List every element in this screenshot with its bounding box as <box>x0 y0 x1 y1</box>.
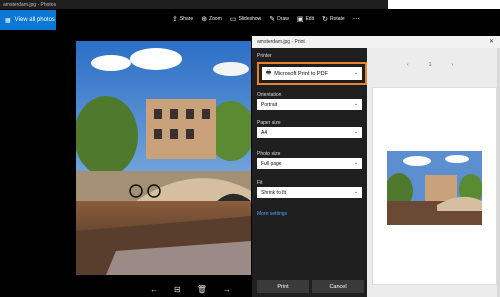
more-button[interactable]: ⋯ <box>353 16 360 23</box>
fit-value: Shrink to fit <box>261 189 287 196</box>
print-preview-page <box>372 87 497 285</box>
cancel-button[interactable]: Cancel <box>312 280 364 293</box>
chevron-down-icon: ⌄ <box>353 129 358 135</box>
orientation-value: Portrait <box>261 101 278 108</box>
print-dialog: amsterdam.jpg - Print ✕ Printer 🖶 Micros… <box>252 36 500 297</box>
edit-button[interactable]: ▣ Edit <box>297 16 314 23</box>
chevron-down-icon: ⌄ <box>353 70 358 76</box>
draw-label: Draw <box>277 16 289 22</box>
chevron-down-icon: ⌄ <box>353 189 358 195</box>
view-all-label: View all photos <box>14 17 55 23</box>
main-photo <box>76 41 251 275</box>
page-number: 1 <box>428 62 432 68</box>
previous-arrow-icon[interactable]: ← <box>150 285 158 294</box>
photo-size-select[interactable]: Full page ⌄ <box>257 158 362 169</box>
rotate-icon: ↻ <box>322 15 328 23</box>
fit-label: Fit <box>257 180 263 186</box>
page-navigator: ‹ 1 › <box>407 62 453 68</box>
printer-select[interactable]: 🖶 Microsoft Print to PDF ⌄ <box>262 67 362 80</box>
orientation-label: Orientation <box>257 92 282 98</box>
rotate-button[interactable]: ↻ Rotate <box>322 16 345 23</box>
photo-size-label: Photo size <box>257 151 281 157</box>
photos-icon: ▦ <box>5 17 11 24</box>
paper-size-value: A4 <box>261 129 268 136</box>
slideshow-button[interactable]: ▭ Slideshow <box>230 16 261 23</box>
desktop-area <box>388 0 500 9</box>
print-dialog-title: amsterdam.jpg - Print <box>252 36 500 48</box>
print-button[interactable]: Print <box>257 280 309 293</box>
chevron-down-icon: ⌄ <box>353 101 358 107</box>
edit-label: Edit <box>305 16 315 22</box>
fit-window-icon[interactable]: ⊟ <box>174 285 181 294</box>
next-page-icon[interactable]: › <box>451 62 453 68</box>
view-all-photos-button[interactable]: ▦ View all photos <box>0 10 56 30</box>
print-preview-image <box>387 151 482 225</box>
printer-highlight: 🖶 Microsoft Print to PDF ⌄ <box>257 62 367 85</box>
zoom-icon: ⊕ <box>201 15 208 23</box>
photo-size-value: Full page <box>261 160 282 167</box>
amsterdam-photo <box>76 41 251 275</box>
rotate-label: Rotate <box>329 16 345 22</box>
zoom-button[interactable]: ⊕ Zoom <box>201 16 222 23</box>
delete-icon[interactable]: 🗑 <box>197 285 207 294</box>
paper-size-label: Paper size <box>257 120 281 126</box>
prev-page-icon[interactable]: ‹ <box>407 62 409 68</box>
orientation-select[interactable]: Portrait ⌄ <box>257 99 362 110</box>
more-icon: ⋯ <box>352 15 360 23</box>
close-icon[interactable]: ✕ <box>489 38 494 45</box>
printer-label: Printer <box>257 53 272 59</box>
preview-photo <box>387 151 482 225</box>
zoom-label: Zoom <box>209 16 222 22</box>
draw-button[interactable]: ✎ Draw <box>269 16 289 23</box>
printer-icon: 🖶 <box>266 70 272 76</box>
share-label: Share <box>179 16 194 22</box>
more-settings-link[interactable]: More settings <box>257 211 287 217</box>
fit-select[interactable]: Shrink to fit ⌄ <box>257 187 362 198</box>
edit-icon: ▣ <box>296 15 304 23</box>
slideshow-label: Slideshow <box>238 16 262 22</box>
share-button[interactable]: ⇪ Share <box>172 16 193 23</box>
next-arrow-icon[interactable]: → <box>223 285 231 294</box>
printer-value: Microsoft Print to PDF <box>274 70 328 77</box>
toolbar: ⇪ Share ⊕ Zoom ▭ Slideshow ✎ Draw ▣ Edit… <box>172 12 368 26</box>
share-icon: ⇪ <box>172 15 178 23</box>
bottom-navigation: ← ⊟ 🗑 → <box>150 285 231 294</box>
chevron-down-icon: ⌄ <box>353 160 358 166</box>
draw-icon: ✎ <box>269 15 276 23</box>
window-title: amsterdam.jpg - Photos <box>0 0 388 9</box>
slideshow-icon: ▭ <box>229 15 237 23</box>
paper-size-select[interactable]: A4 ⌄ <box>257 127 362 138</box>
